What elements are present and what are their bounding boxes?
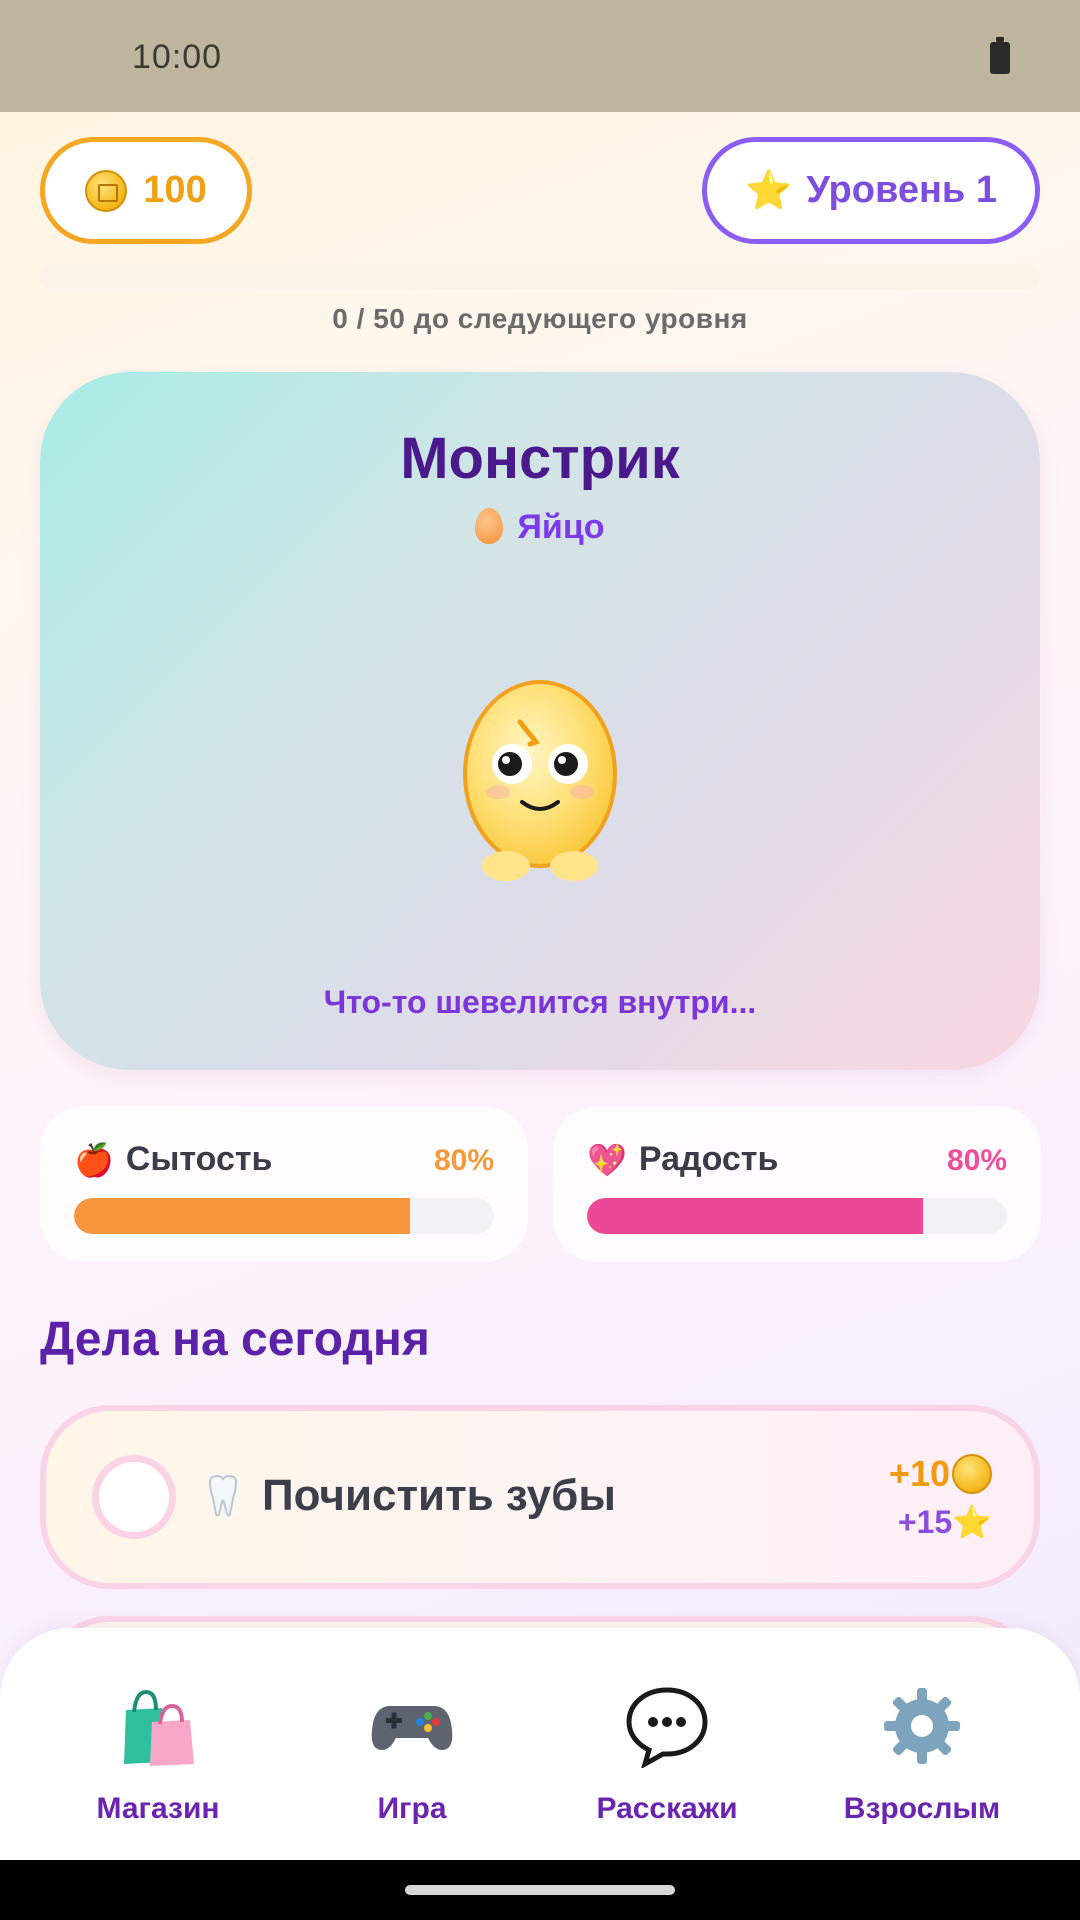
gamepad-icon bbox=[292, 1678, 532, 1774]
home-gesture-handle[interactable] bbox=[405, 1885, 675, 1895]
gear-icon bbox=[802, 1678, 1042, 1774]
star-icon: ⭐ bbox=[952, 1504, 992, 1540]
shopping-bags-icon bbox=[38, 1678, 278, 1774]
nav-game[interactable]: Игра bbox=[292, 1678, 532, 1826]
task-checkbox[interactable] bbox=[92, 1455, 176, 1539]
sparkling-heart-icon: 💖 bbox=[587, 1141, 627, 1178]
task-coin-reward-value: +10 bbox=[888, 1453, 950, 1494]
task-xp-reward: +15 ⭐ bbox=[898, 1503, 992, 1541]
nav-shop-label: Магазин bbox=[96, 1792, 220, 1825]
joy-bar-fill bbox=[587, 1198, 923, 1234]
bottom-navigation: Магазин Игра Расскажи Взрослым bbox=[0, 1628, 1080, 1860]
task-xp-reward-value: +15 bbox=[897, 1503, 953, 1540]
pet-name: Монстрик bbox=[400, 426, 680, 491]
joy-value: 80% bbox=[946, 1144, 1007, 1177]
pet-egg-character[interactable] bbox=[440, 660, 640, 890]
hunger-value: 80% bbox=[433, 1144, 494, 1177]
coins-value: 100 bbox=[143, 169, 207, 211]
pet-mood-text: Что-то шевелится внутри... bbox=[323, 984, 757, 1020]
battery-icon bbox=[990, 37, 1010, 74]
task-coin-reward: +10 bbox=[889, 1453, 992, 1495]
egg-icon bbox=[475, 508, 504, 544]
nav-adults-label: Взрослым bbox=[843, 1792, 1001, 1825]
pet-stage-label: Яйцо bbox=[517, 508, 605, 546]
status-time: 10:00 bbox=[132, 38, 223, 76]
task-label: Почистить зубы bbox=[262, 1471, 616, 1520]
hunger-label: Сытость bbox=[125, 1140, 273, 1178]
joy-label: Радость bbox=[638, 1140, 779, 1178]
coin-icon bbox=[952, 1454, 992, 1494]
tasks-title: Дела на сегодня bbox=[40, 1313, 430, 1366]
nav-chat-label: Расскажи bbox=[596, 1792, 738, 1825]
hunger-bar-fill bbox=[74, 1198, 410, 1234]
nav-game-label: Игра bbox=[377, 1792, 447, 1825]
pet-stage: Яйцо bbox=[0, 508, 1080, 547]
tooth-icon bbox=[208, 1474, 238, 1517]
level-badge[interactable]: ⭐ Уровень 1 bbox=[702, 137, 1040, 244]
xp-progress-text: 0 / 50 до следующего уровня bbox=[332, 303, 748, 334]
coin-icon bbox=[85, 169, 128, 212]
level-label: Уровень 1 bbox=[806, 169, 997, 211]
joy-bar bbox=[587, 1198, 1007, 1234]
coins-counter[interactable]: 100 bbox=[40, 137, 252, 244]
star-icon: ⭐ bbox=[745, 169, 793, 212]
task-item[interactable]: Почистить зубы +10 +15 ⭐ bbox=[40, 1405, 1040, 1589]
nav-shop[interactable]: Магазин bbox=[38, 1678, 278, 1826]
nav-adults[interactable]: Взрослым bbox=[802, 1678, 1042, 1826]
speech-bubble-icon bbox=[547, 1678, 787, 1774]
hunger-stat-card: 🍎 Сытость 80% bbox=[40, 1106, 528, 1262]
hunger-bar bbox=[74, 1198, 494, 1234]
system-navigation-bar bbox=[0, 1860, 1080, 1920]
joy-stat-card: 💖 Радость 80% bbox=[553, 1106, 1041, 1262]
nav-chat[interactable]: Расскажи bbox=[547, 1678, 787, 1826]
status-bar: 10:00 bbox=[0, 0, 1080, 112]
apple-icon: 🍎 bbox=[74, 1141, 114, 1178]
xp-progress-bar bbox=[40, 264, 1040, 290]
